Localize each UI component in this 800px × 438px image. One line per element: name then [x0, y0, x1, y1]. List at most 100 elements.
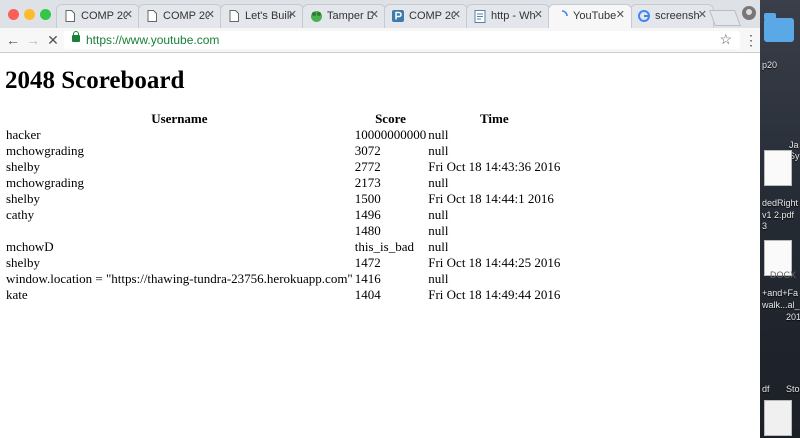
desktop-label: +and+Fa	[762, 288, 799, 298]
tab-label: Tamper D	[327, 10, 373, 22]
close-window-button[interactable]	[8, 9, 19, 20]
browser-menu-icon[interactable]: ⋮	[744, 31, 758, 49]
score-cell: 1500	[354, 191, 381, 206]
time-cell: null	[428, 239, 449, 254]
time-cell: null	[428, 175, 449, 190]
new-tab-button[interactable]	[709, 10, 741, 26]
tab-lets-build[interactable]: Let's Build ✕	[220, 4, 304, 28]
zoom-window-button[interactable]	[40, 9, 51, 20]
desktop-label: 201	[786, 312, 800, 322]
time-cell: Fri Oct 18 14:43:36 2016	[428, 159, 561, 174]
time-cell: null	[428, 127, 449, 142]
score-cell: 1480	[354, 223, 381, 238]
desktop-label: df	[762, 384, 770, 394]
time-cell: Fri Oct 18 14:49:44 2016	[428, 287, 561, 302]
piazza-icon	[392, 10, 404, 23]
username-cell: cathy	[6, 207, 35, 222]
tab-comp20-2[interactable]: COMP 20 ✕	[138, 4, 222, 28]
desktop-label: 3	[762, 221, 768, 231]
close-icon[interactable]: ✕	[452, 9, 461, 22]
column-header-time: Time	[479, 111, 509, 126]
desktop-label: v1 2.pdf	[762, 210, 795, 220]
score-cell: this_is_bad	[354, 239, 414, 254]
username-cell: mchowD	[6, 239, 54, 254]
desktop-label: DOCX	[770, 270, 797, 280]
username-cell: shelby	[6, 159, 40, 174]
username-cell: hacker	[6, 127, 41, 142]
time-cell: null	[428, 223, 449, 238]
column-header-username: Username	[151, 111, 208, 126]
stackoverflow-icon	[474, 10, 486, 23]
desktop-label: walk...al_	[762, 300, 800, 310]
table-row: 1480 null	[5, 223, 561, 239]
username-cell: kate	[6, 287, 28, 302]
table-row: hacker 10000000000 null	[5, 127, 561, 143]
desktop-folder-icon[interactable]	[764, 13, 794, 42]
tab-google-search[interactable]: screensh ✕	[630, 4, 714, 28]
username-cell: window.location = "https://thawing-tundr…	[6, 271, 353, 286]
score-cell: 1404	[354, 287, 381, 302]
column-header-score: Score	[375, 111, 406, 126]
desktop-label: Ja	[789, 140, 799, 150]
google-icon	[638, 10, 650, 23]
score-cell: 2772	[354, 159, 381, 174]
loading-spinner-icon	[556, 10, 568, 23]
table-row: mchowD this_is_bad null	[5, 239, 561, 255]
tab-label: COMP 20	[409, 10, 455, 22]
time-cell: null	[428, 271, 449, 286]
tab-comp20-1[interactable]: COMP 20 ✕	[56, 4, 140, 28]
lock-icon	[72, 31, 80, 42]
url-text[interactable]: https://www.youtube.com	[86, 33, 219, 47]
time-cell: null	[428, 207, 449, 222]
tab-strip: COMP 20 ✕ COMP 20 ✕ Let's Build ✕ Tamper…	[0, 0, 760, 28]
minimize-window-button[interactable]	[24, 9, 35, 20]
desktop-label: p20	[762, 60, 778, 70]
tab-stackoverflow[interactable]: http - Wh ✕	[466, 4, 550, 28]
table-row: kate 1404 Fri Oct 18 14:49:44 2016	[5, 287, 561, 303]
browser-toolbar: ← → ✕ https://www.youtube.com ☆	[0, 28, 760, 53]
page-title: 2048 Scoreboard	[5, 67, 185, 94]
table-row: cathy 1496 null	[5, 207, 561, 223]
stop-loading-icon[interactable]: ✕	[44, 31, 62, 49]
score-cell: 1496	[354, 207, 381, 222]
bookmark-star-icon[interactable]: ☆	[719, 31, 732, 48]
scoreboard-table: Username Score Time hacker 10000000000 nul…	[5, 111, 561, 303]
address-bar[interactable]: https://www.youtube.com ☆	[64, 31, 740, 49]
tab-label: Let's Build	[245, 10, 291, 22]
close-icon[interactable]: ✕	[616, 9, 625, 22]
table-row: mchowgrading 3072 null	[5, 143, 561, 159]
close-icon[interactable]: ✕	[698, 9, 707, 22]
username-cell: shelby	[6, 255, 40, 270]
tampermonkey-icon	[310, 10, 322, 23]
table-row: mchowgrading 2173 null	[5, 175, 561, 191]
table-row: shelby 1472 Fri Oct 18 14:44:25 2016	[5, 255, 561, 271]
score-cell: 1472	[354, 255, 381, 270]
table-row: window.location = "https://thawing-tundr…	[5, 271, 561, 287]
profile-avatar-icon[interactable]	[742, 6, 756, 20]
close-icon[interactable]: ✕	[124, 9, 133, 22]
forward-arrow-icon[interactable]: →	[24, 31, 42, 49]
close-icon[interactable]: ✕	[288, 9, 297, 22]
tab-label: http - Wh	[491, 10, 536, 22]
table-row: shelby 1500 Fri Oct 18 14:44:1 2016	[5, 191, 561, 207]
page-icon	[228, 10, 240, 23]
time-cell: Fri Oct 18 14:44:1 2016	[428, 191, 554, 206]
tab-piazza-comp20[interactable]: COMP 20 ✕	[384, 4, 468, 28]
page-icon	[146, 10, 158, 23]
username-cell: mchowgrading	[6, 175, 84, 190]
back-arrow-icon[interactable]: ←	[4, 31, 22, 49]
table-header-row: Username Score Time	[5, 111, 561, 127]
desktop-file-thumbnail[interactable]	[764, 400, 792, 436]
desktop-label: dedRight	[762, 198, 799, 208]
tab-label: YouTube	[573, 10, 617, 22]
close-icon[interactable]: ✕	[534, 9, 543, 22]
close-icon[interactable]: ✕	[206, 9, 215, 22]
page-content: 2048 Scoreboard Username Score Time hack…	[0, 53, 760, 438]
browser-window: COMP 20 ✕ COMP 20 ✕ Let's Build ✕ Tamper…	[0, 0, 760, 438]
tab-tampermonkey[interactable]: Tamper D ✕	[302, 4, 386, 28]
tab-label: COMP 20	[163, 10, 209, 22]
desktop-label: Sto	[786, 384, 800, 394]
desktop-file-thumbnail[interactable]	[764, 150, 792, 186]
tab-youtube[interactable]: YouTube ✕	[548, 4, 632, 28]
close-icon[interactable]: ✕	[370, 9, 379, 22]
